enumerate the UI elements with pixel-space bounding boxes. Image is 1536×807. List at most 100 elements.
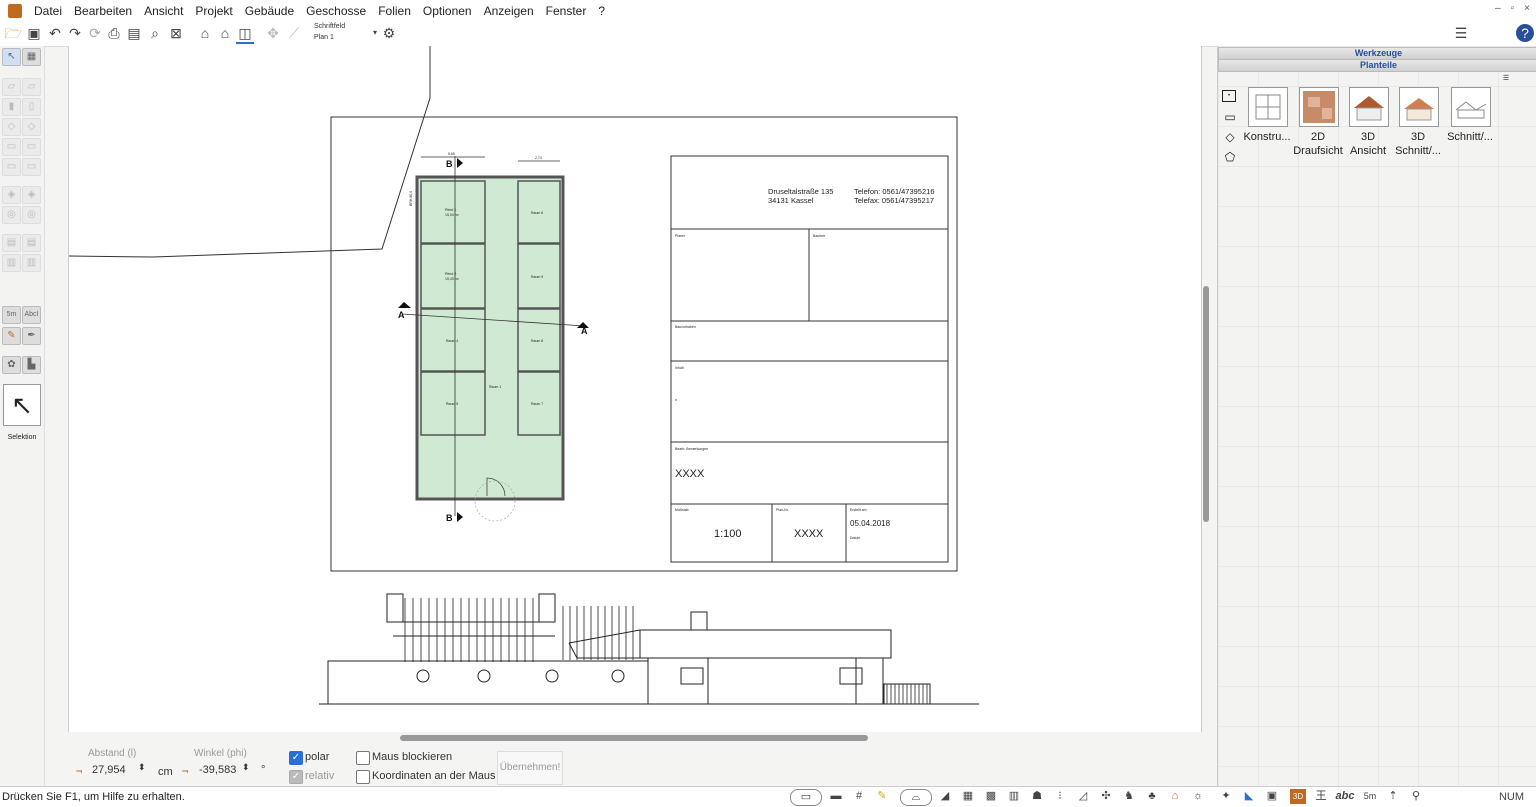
- menu-folien[interactable]: Folien: [372, 0, 417, 22]
- menu-bearbeiten[interactable]: Bearbeiten: [68, 0, 138, 22]
- thumb-3d-schnitt[interactable]: [1399, 87, 1439, 127]
- thumb-3d-ansicht[interactable]: [1349, 87, 1389, 127]
- tree-icon[interactable]: ♣: [1144, 789, 1160, 804]
- door-tool-icon[interactable]: ▯: [22, 98, 41, 116]
- distance-value[interactable]: 27,954: [92, 764, 126, 776]
- view-icon[interactable]: ◫: [236, 24, 254, 44]
- thumb-schnitt[interactable]: [1451, 87, 1491, 127]
- distance-lock-icon[interactable]: ⫬: [76, 764, 82, 777]
- plan-selector[interactable]: Plan 1: [314, 34, 334, 41]
- tool-icon[interactable]: ✣: [1098, 789, 1114, 804]
- close-button[interactable]: ×: [1524, 3, 1530, 14]
- coords-at-mouse-checkbox[interactable]: [356, 770, 370, 784]
- pointer-tool-icon[interactable]: ↖: [2, 48, 21, 66]
- furniture-icon[interactable]: ☗: [1029, 789, 1045, 804]
- floor-tool-icon[interactable]: ▭: [2, 158, 21, 176]
- angle-lock-icon[interactable]: ⫬: [182, 764, 188, 777]
- point-tool-icon[interactable]: •: [1222, 90, 1236, 102]
- menu-fenster[interactable]: Fenster: [540, 0, 593, 22]
- lock-mouse-checkbox[interactable]: [356, 751, 370, 765]
- layer-tool-icon[interactable]: ▤: [22, 234, 41, 252]
- area-tool-icon[interactable]: ◎: [22, 206, 41, 224]
- hatch-tool-icon[interactable]: ▥: [2, 254, 21, 272]
- distance-spinner-icon[interactable]: ⬍: [138, 762, 146, 773]
- undo-icon[interactable]: ↶: [46, 24, 64, 42]
- roof-icon[interactable]: ⌂: [216, 24, 234, 42]
- pencil-icon[interactable]: ✎: [874, 789, 890, 804]
- ceiling-tool-icon[interactable]: ▭: [22, 158, 41, 176]
- dimension-icon[interactable]: 5m: [1360, 789, 1380, 804]
- menu-projekt[interactable]: Projekt: [189, 0, 238, 22]
- pen-tool-icon[interactable]: ✒: [22, 327, 41, 345]
- zoom-window-icon[interactable]: ⊠: [167, 24, 185, 42]
- drawing-canvas[interactable]: Pferd 1 15,04 m² Pferd 2 15,43 m² Raum 4…: [68, 46, 1202, 732]
- window-icon[interactable]: ▥: [1006, 789, 1022, 804]
- floor-plan-icon[interactable]: 王: [1313, 789, 1329, 804]
- minimize-button[interactable]: –: [1495, 3, 1501, 14]
- wall-tool-icon[interactable]: ▱: [2, 78, 21, 96]
- menu-optionen[interactable]: Optionen: [417, 0, 478, 22]
- symbol-tool-icon[interactable]: ▤: [2, 234, 21, 252]
- menu-datei[interactable]: Datei: [28, 0, 68, 22]
- camera-icon[interactable]: ⚙: [380, 24, 398, 42]
- menu-help[interactable]: ?: [592, 0, 611, 22]
- stair-tool-icon[interactable]: ◇: [2, 118, 21, 136]
- tripod-icon[interactable]: ⚲: [1408, 789, 1424, 804]
- beam-tool-icon[interactable]: ▭: [22, 138, 41, 156]
- fill-tool-icon[interactable]: ▥: [22, 254, 41, 272]
- roof-icon[interactable]: ⌂: [1167, 789, 1183, 804]
- list-view-icon[interactable]: ☰: [1498, 72, 1514, 86]
- horizontal-scrollbar[interactable]: [400, 735, 868, 741]
- light-icon[interactable]: ✦: [1218, 789, 1234, 804]
- view-3d-icon[interactable]: 3D: [1290, 789, 1306, 804]
- polar-checkbox[interactable]: ✓: [289, 751, 303, 765]
- rotate-rectangle-tool-icon[interactable]: ◇: [1222, 130, 1238, 144]
- angle-spinner-icon[interactable]: ⬍: [242, 762, 250, 773]
- line-icon[interactable]: ▬: [828, 789, 844, 804]
- zoom-icon[interactable]: ⌕: [146, 24, 164, 42]
- camera-icon[interactable]: ▣: [1264, 789, 1280, 804]
- layer-icon[interactable]: ▭: [790, 789, 822, 806]
- window-tool-icon[interactable]: ◈: [2, 186, 21, 204]
- building-tool-icon[interactable]: ▦: [22, 48, 41, 66]
- person-icon[interactable]: ♞: [1121, 789, 1137, 804]
- texture-icon[interactable]: ▩: [983, 789, 999, 804]
- furniture-tool-icon[interactable]: ▙: [22, 356, 41, 374]
- stair-icon[interactable]: ◿: [1075, 789, 1091, 804]
- help-icon[interactable]: ?: [1516, 24, 1534, 42]
- house-3d-icon[interactable]: ⌂: [196, 24, 214, 42]
- vertical-scrollbar[interactable]: [1203, 286, 1209, 522]
- dimension-icon[interactable]: ⟋: [285, 24, 303, 42]
- restore-button[interactable]: ▫: [1511, 3, 1515, 14]
- slab-tool-icon[interactable]: ▭: [2, 138, 21, 156]
- north-arrow-icon[interactable]: ⇡: [1385, 789, 1401, 804]
- print-icon[interactable]: ⎙: [105, 24, 123, 42]
- thumb-konstruktion[interactable]: [1248, 87, 1288, 127]
- text-icon[interactable]: abc: [1334, 789, 1356, 804]
- redo-icon[interactable]: ↷: [66, 24, 84, 42]
- plants-tool-icon[interactable]: ✿: [2, 356, 21, 374]
- library-icon[interactable]: ☰: [1452, 24, 1470, 42]
- schriftfeld-selector[interactable]: Schriftfeld: [314, 23, 345, 30]
- column-tool-icon[interactable]: ▮: [2, 98, 21, 116]
- menu-ansicht[interactable]: Ansicht: [138, 0, 189, 22]
- measure-icon[interactable]: ✥: [264, 24, 282, 42]
- menu-gebaeude[interactable]: Gebäude: [239, 0, 300, 22]
- thumb-2d-draufsicht[interactable]: [1299, 87, 1339, 127]
- polygon-tool-icon[interactable]: ⬠: [1222, 150, 1238, 164]
- roof-tool-icon[interactable]: ◇: [22, 118, 41, 136]
- grid-icon[interactable]: #: [851, 789, 867, 804]
- refresh-icon[interactable]: ⟳: [86, 24, 104, 42]
- paint-icon[interactable]: ◣: [1241, 789, 1257, 804]
- wall-icon[interactable]: ◢: [937, 789, 953, 804]
- opening-tool-icon[interactable]: ◈: [22, 186, 41, 204]
- planteile-header[interactable]: Planteile: [1218, 59, 1536, 72]
- menu-anzeigen[interactable]: Anzeigen: [478, 0, 540, 22]
- wall-3d-tool-icon[interactable]: ▱: [22, 78, 41, 96]
- selection-cursor-icon[interactable]: ↖: [3, 384, 41, 426]
- hatch-icon[interactable]: ▦: [960, 789, 976, 804]
- dimension-tool-icon[interactable]: 5m: [2, 306, 21, 324]
- relative-checkbox[interactable]: ✓: [289, 770, 303, 784]
- sun-icon[interactable]: ☼: [1190, 789, 1206, 804]
- print-preview-icon[interactable]: ▤: [125, 24, 143, 42]
